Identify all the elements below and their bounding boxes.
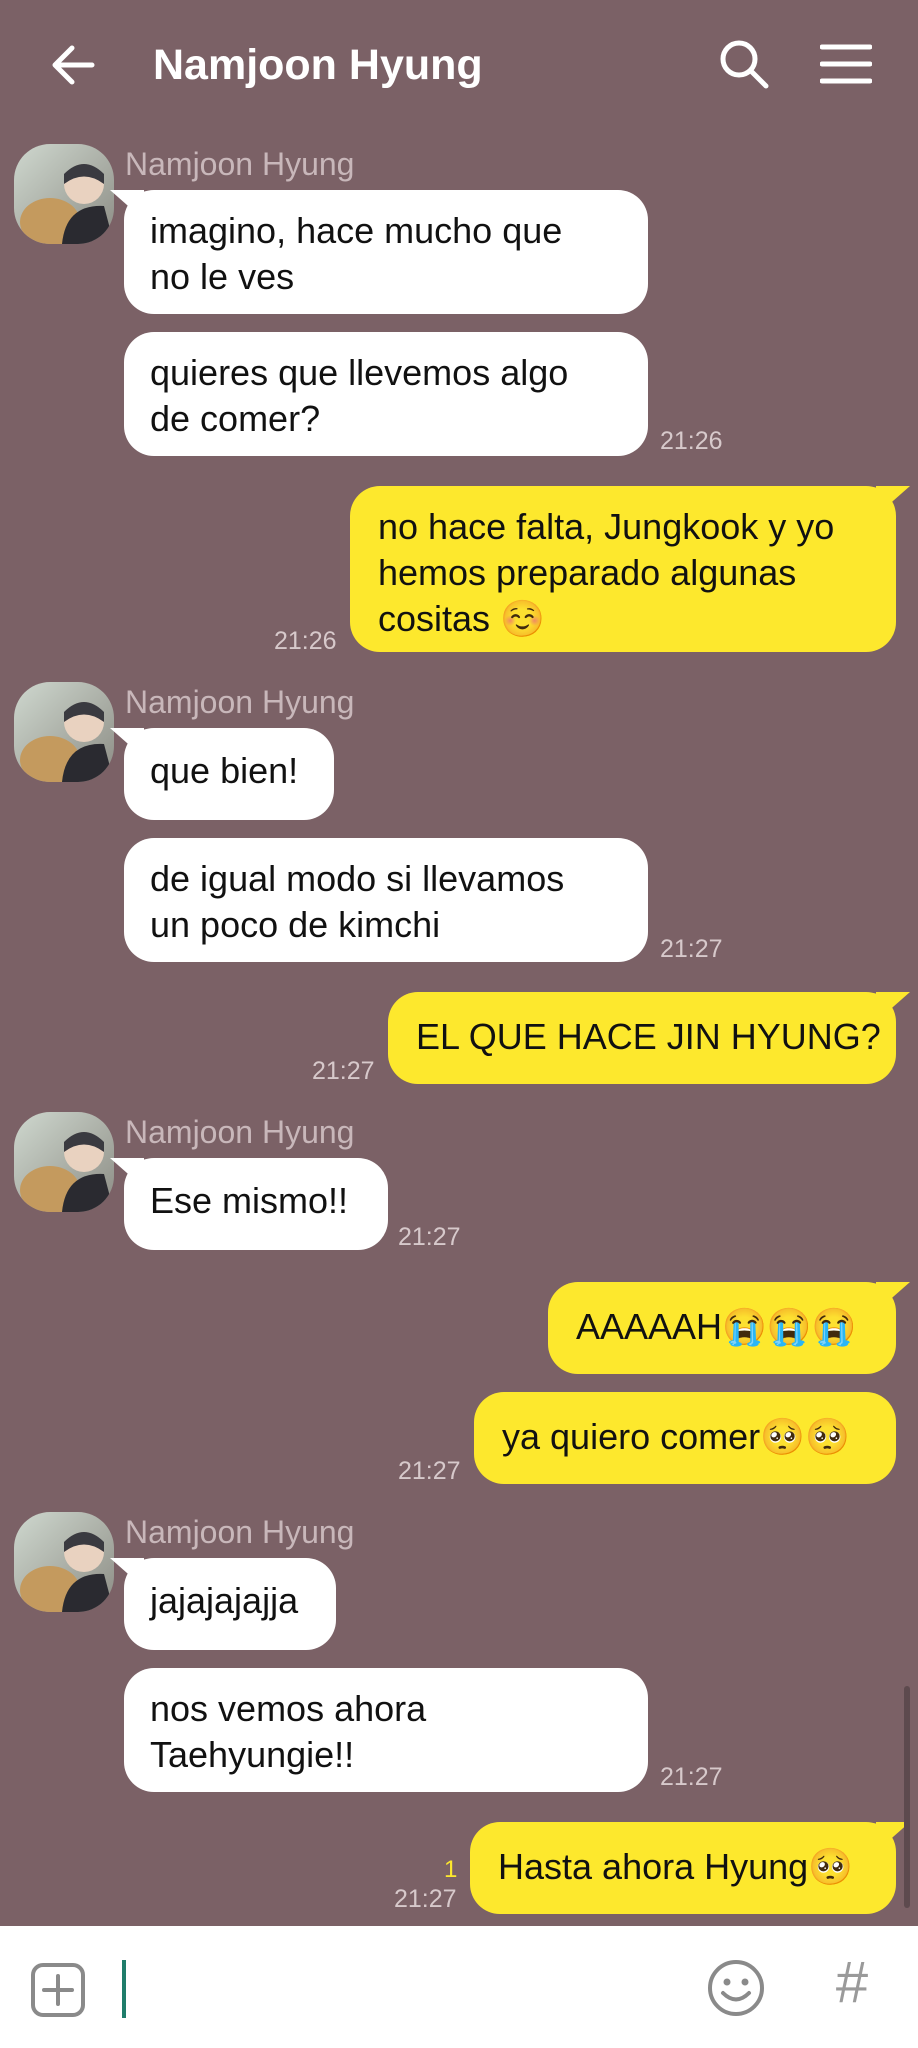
message-timestamp: 21:27 xyxy=(312,1057,375,1085)
message-line: un poco de kimchi xyxy=(150,904,441,945)
hashtag-button[interactable]: # xyxy=(822,1948,882,2018)
search-icon[interactable] xyxy=(718,38,770,90)
message-line: AAAAAH😭😭😭 xyxy=(576,1306,857,1347)
message-line: ya quiero comer🥺🥺 xyxy=(502,1416,850,1457)
message-line: que bien! xyxy=(150,750,299,791)
bubble-tail xyxy=(876,1282,910,1312)
plus-square-icon[interactable] xyxy=(30,1962,86,2018)
message-timestamp: 21:27 xyxy=(394,1885,457,1913)
message-timestamp: 21:27 xyxy=(398,1457,461,1485)
bubble-tail xyxy=(110,1158,144,1188)
message-line: nos vemos ahora xyxy=(150,1688,427,1729)
message-line: cositas ☺️ xyxy=(378,598,545,639)
message-bubble-outgoing[interactable]: Hasta ahora Hyung🥺 xyxy=(470,1822,910,1914)
bubble-tail xyxy=(110,728,144,758)
chat-scrollbar[interactable] xyxy=(904,1686,910,1908)
chat-header: Namjoon Hyung xyxy=(0,0,918,128)
message-bubble-incoming[interactable]: Ese mismo!! xyxy=(110,1158,388,1250)
message-bubble-outgoing[interactable]: EL QUE HACE JIN HYUNG? xyxy=(388,992,910,1084)
message-timestamp: 21:27 xyxy=(398,1223,461,1251)
unread-count: 1 xyxy=(444,1856,458,1883)
message-line: no le ves xyxy=(150,256,295,297)
message-bubble-outgoing[interactable]: no hace falta, Jungkook y yo hemos prepa… xyxy=(350,486,910,652)
avatar[interactable] xyxy=(14,682,114,782)
message-timestamp: 21:27 xyxy=(660,1763,723,1791)
avatar[interactable] xyxy=(14,1112,114,1212)
message-line: de igual modo si llevamos xyxy=(150,858,565,899)
sender-name: Namjoon Hyung xyxy=(125,146,355,182)
message-timestamp: 21:26 xyxy=(274,627,337,655)
message-line: no hace falta, Jungkook y yo xyxy=(378,506,835,547)
sender-name: Namjoon Hyung xyxy=(125,1114,355,1150)
message-line: quieres que llevemos algo xyxy=(150,352,569,393)
message-timestamp: 21:26 xyxy=(660,427,723,455)
message-input-field[interactable] xyxy=(122,1960,126,2018)
hamburger-menu-icon[interactable] xyxy=(820,42,872,86)
message-line: de comer? xyxy=(150,398,321,439)
message-line: Taehyungie!! xyxy=(150,1734,355,1775)
message-bubble-outgoing[interactable]: ya quiero comer🥺🥺 xyxy=(474,1392,896,1484)
avatar[interactable] xyxy=(14,144,114,244)
message-bubble-incoming[interactable]: jajajajajja xyxy=(110,1558,336,1650)
sender-name: Namjoon Hyung xyxy=(125,684,355,720)
chat-title: Namjoon Hyung xyxy=(153,41,483,89)
message-bubble-incoming[interactable]: nos vemos ahora Taehyungie!! xyxy=(124,1668,648,1792)
message-bubble-outgoing[interactable]: AAAAAH😭😭😭 xyxy=(548,1282,910,1374)
message-line: Hasta ahora Hyung🥺 xyxy=(498,1846,854,1887)
bubble-tail xyxy=(876,992,910,1022)
message-line: Ese mismo!! xyxy=(150,1180,349,1221)
message-bubble-incoming[interactable]: que bien! xyxy=(110,728,334,820)
message-line: imagino, hace mucho que xyxy=(150,210,563,251)
message-line: jajajajajja xyxy=(150,1580,299,1621)
bubble-tail xyxy=(876,486,910,516)
message-timestamp: 21:27 xyxy=(660,935,723,963)
message-line: hemos preparado algunas xyxy=(378,552,797,593)
bubble-tail xyxy=(110,1558,144,1588)
message-bubble-incoming[interactable]: imagino, hace mucho que no le ves xyxy=(110,190,648,314)
arrow-left-icon[interactable] xyxy=(48,40,98,90)
smiley-icon[interactable] xyxy=(706,1958,766,2018)
message-line: EL QUE HACE JIN HYUNG? xyxy=(416,1016,881,1057)
bubble-tail xyxy=(110,190,144,220)
message-input-bar: # xyxy=(0,1926,918,2048)
message-bubble-incoming[interactable]: quieres que llevemos algo de comer? xyxy=(124,332,648,456)
avatar[interactable] xyxy=(14,1512,114,1612)
message-bubble-incoming[interactable]: de igual modo si llevamos un poco de kim… xyxy=(124,838,648,962)
sender-name: Namjoon Hyung xyxy=(125,1514,355,1550)
